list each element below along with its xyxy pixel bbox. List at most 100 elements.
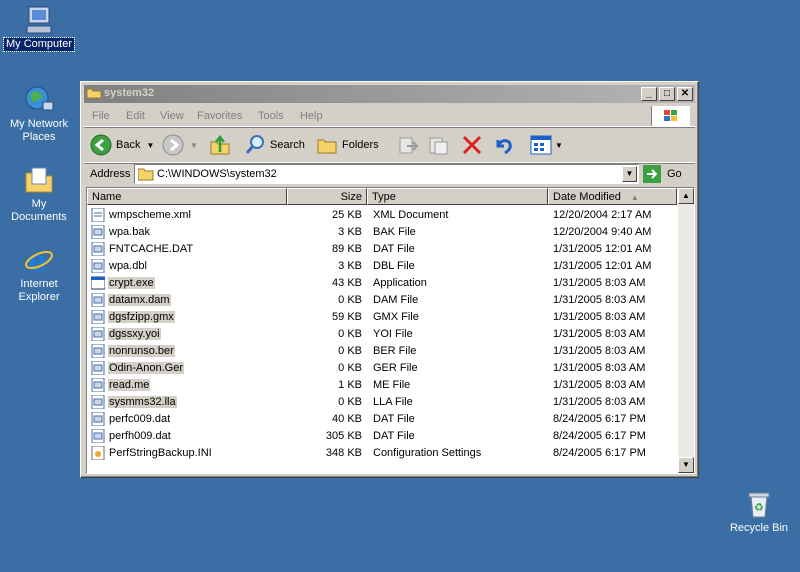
svg-text:e: e	[28, 244, 47, 276]
file-row[interactable]: read.me 1 KB ME File 1/31/2005 8:03 AM	[87, 377, 677, 394]
file-date: 1/31/2005 8:03 AM	[553, 379, 646, 391]
file-size: 0 KB	[338, 345, 362, 357]
xml-document-icon	[91, 207, 105, 223]
menu-help[interactable]: Help	[300, 110, 323, 122]
column-size-header[interactable]: Size	[287, 188, 367, 205]
file-name: read.me	[108, 379, 151, 391]
copy-to-button[interactable]	[427, 133, 449, 157]
file-date: 1/31/2005 8:03 AM	[553, 396, 646, 408]
file-date: 1/31/2005 8:03 AM	[553, 294, 646, 306]
menu-edit[interactable]: Edit	[126, 110, 145, 122]
my-computer-icon	[23, 4, 55, 36]
file-date: 1/31/2005 8:03 AM	[553, 311, 646, 323]
move-to-icon	[399, 137, 419, 154]
desktop-icon-my-network-places[interactable]: My Network Places	[1, 84, 77, 144]
file-type: DBL File	[373, 260, 415, 272]
folders-button[interactable]: Folders	[316, 133, 379, 157]
up-folder-button[interactable]	[209, 133, 231, 157]
file-date: 1/31/2005 8:03 AM	[553, 328, 646, 340]
file-size: 89 KB	[332, 243, 362, 255]
desktop-icon-my-computer[interactable]: My Computer	[1, 4, 77, 52]
go-label: Go	[667, 168, 682, 180]
search-label: Search	[270, 139, 305, 151]
file-icon	[91, 428, 105, 444]
menu-file[interactable]: File	[92, 110, 110, 122]
file-name: dgssxy.yoi	[108, 328, 161, 340]
file-row[interactable]: wpa.dbl 3 KB DBL File 1/31/2005 12:01 AM	[87, 258, 677, 275]
search-icon	[245, 135, 264, 154]
scroll-down-button[interactable]: ▼	[678, 457, 694, 473]
delete-x-icon	[462, 135, 482, 155]
address-value: C:\WINDOWS\system32	[157, 168, 277, 180]
desktop-icon-recycle-bin[interactable]: ♻ Recycle Bin	[721, 488, 797, 535]
folders-label: Folders	[342, 139, 379, 151]
address-label: Address	[90, 168, 131, 180]
move-to-button[interactable]	[397, 133, 419, 157]
views-button[interactable]: ▼	[530, 133, 563, 157]
back-button[interactable]: Back ▼	[90, 133, 154, 157]
undo-button[interactable]	[492, 133, 514, 157]
settings-file-icon	[91, 445, 105, 461]
file-icon	[91, 224, 105, 240]
file-icon	[91, 241, 105, 257]
file-size: 305 KB	[325, 430, 362, 442]
file-row[interactable]: perfh009.dat 305 KB DAT File 8/24/2005 6:17…	[87, 428, 677, 445]
maximize-button[interactable]: □	[659, 87, 675, 101]
minimize-button[interactable]: _	[641, 87, 657, 101]
scroll-up-button[interactable]: ▲	[678, 188, 694, 204]
file-type: XML Document	[373, 209, 449, 221]
menu-tools[interactable]: Tools	[258, 110, 284, 122]
search-button[interactable]: Search	[244, 133, 305, 157]
file-row[interactable]: crypt.exe 43 KB Application 1/31/2005 8:03 …	[87, 275, 677, 292]
vertical-scrollbar[interactable]: ▲ ▼	[678, 188, 694, 473]
file-row[interactable]: wmpscheme.xml 25 KB XML Document 12/20/2004…	[87, 207, 677, 224]
file-row[interactable]: dgssxy.yoi 0 KB YOI File 1/31/2005 8:03 AM	[87, 326, 677, 343]
file-row[interactable]: FNTCACHE.DAT 89 KB DAT File 1/31/2005 12:01…	[87, 241, 677, 258]
file-row[interactable]: datamx.dam 0 KB DAM File 1/31/2005 8:03 AM	[87, 292, 677, 309]
file-row[interactable]: wpa.bak 3 KB BAK File 12/20/2004 9:40 AM	[87, 224, 677, 241]
application-icon	[90, 276, 106, 290]
file-date: 8/24/2005 6:17 PM	[553, 430, 646, 442]
file-size: 348 KB	[325, 447, 362, 459]
file-size: 0 KB	[338, 294, 362, 306]
file-type: LLA File	[373, 396, 413, 408]
address-input[interactable]: C:\WINDOWS\system32 ▼	[134, 164, 639, 184]
menu-favorites[interactable]: Favorites	[197, 110, 242, 122]
address-dropdown-button[interactable]: ▼	[622, 166, 637, 182]
title-bar[interactable]: system32 _ □ ✕	[84, 85, 695, 103]
file-row[interactable]: Odin-Anon.Ger 0 KB GER File 1/31/2005 8:03 …	[87, 360, 677, 377]
menu-view[interactable]: View	[160, 110, 184, 122]
folder-icon	[86, 87, 102, 99]
file-row[interactable]: PerfStringBackup.INI 348 KB Configuration …	[87, 445, 677, 462]
column-type-header[interactable]: Type	[367, 188, 548, 205]
desktop-icon-label: Internet Explorer	[18, 278, 60, 303]
forward-button[interactable]: ▼	[162, 133, 198, 157]
explorer-window[interactable]: system32 _ □ ✕ File Edit View Favorites …	[80, 81, 699, 478]
file-size: 0 KB	[338, 362, 362, 374]
undo-icon	[496, 139, 512, 155]
file-date: 12/20/2004 9:40 AM	[553, 226, 652, 238]
column-date-header[interactable]: Date Modified ▲	[548, 188, 677, 205]
file-name: crypt.exe	[108, 277, 155, 289]
file-size: 3 KB	[338, 260, 362, 272]
file-row[interactable]: perfc009.dat 40 KB DAT File 8/24/2005 6:17 …	[87, 411, 677, 428]
back-arrow-icon	[90, 134, 112, 156]
desktop-icon-my-documents[interactable]: My Documents	[1, 164, 77, 224]
my-documents-icon	[23, 164, 55, 196]
forward-arrow-icon	[162, 134, 184, 156]
file-name: sysmms32.lla	[108, 396, 177, 408]
delete-button[interactable]	[461, 133, 483, 157]
go-arrow-icon	[643, 165, 661, 183]
close-button[interactable]: ✕	[677, 87, 693, 101]
file-date: 12/20/2004 2:17 AM	[553, 209, 652, 221]
desktop-icon-internet-explorer[interactable]: e Internet Explorer	[1, 244, 77, 304]
file-name: datamx.dam	[108, 294, 171, 306]
file-size: 1 KB	[338, 379, 362, 391]
file-row[interactable]: nonrunso.ber 0 KB BER File 1/31/2005 8:03 A…	[87, 343, 677, 360]
file-name: perfc009.dat	[109, 413, 171, 425]
column-name-header[interactable]: Name	[87, 188, 287, 205]
file-row[interactable]: dgsfzipp.gmx 59 KB GMX File 1/31/2005 8:03 …	[87, 309, 677, 326]
go-button[interactable]: Go	[643, 164, 682, 184]
file-row[interactable]: sysmms32.lla 0 KB LLA File 1/31/2005 8:03 A…	[87, 394, 677, 411]
file-list[interactable]: Name Size Type Date Modified ▲ wmpscheme.…	[86, 187, 695, 474]
